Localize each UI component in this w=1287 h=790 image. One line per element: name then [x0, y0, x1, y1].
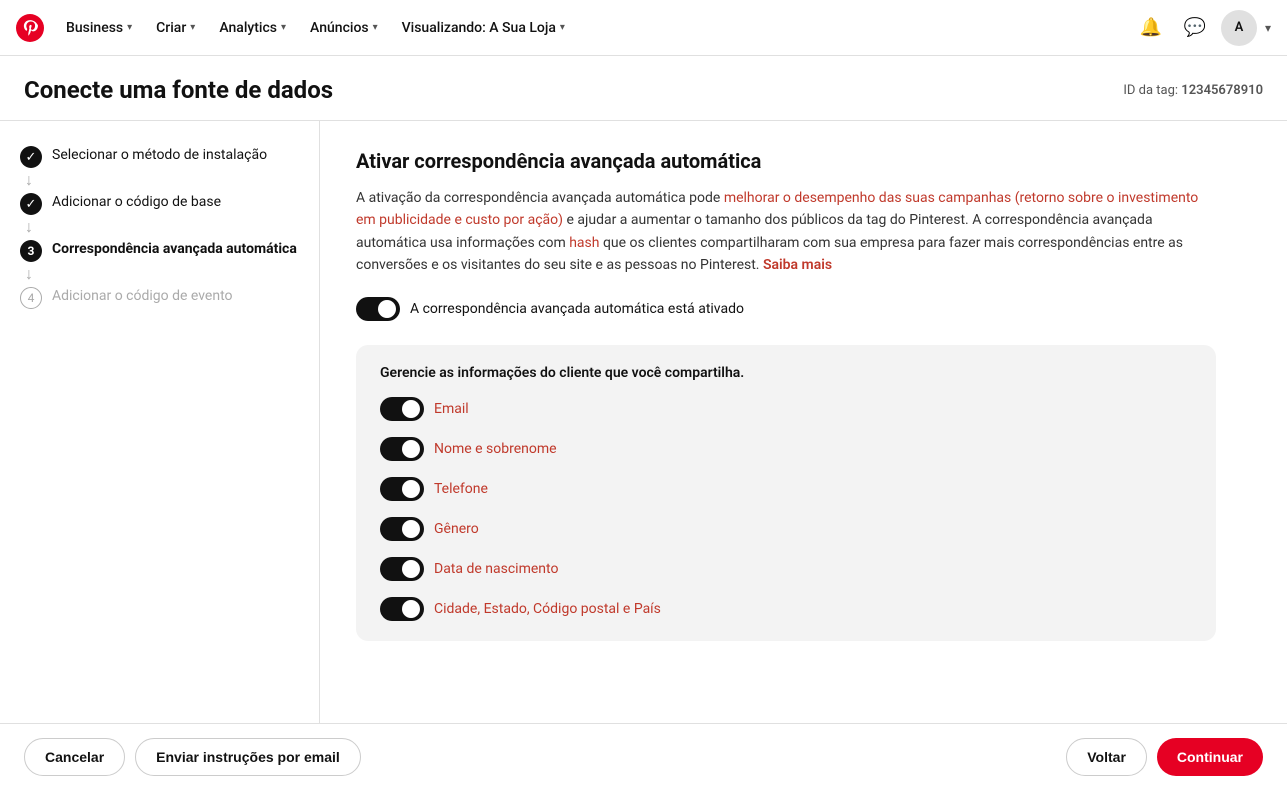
send-email-button[interactable]: Enviar instruções por email	[135, 738, 361, 776]
sidebar: ✓ Selecionar o método de instalação ↓ ✓ …	[0, 121, 320, 723]
page-header: Conecte uma fonte de dados ID da tag: 12…	[0, 56, 1287, 120]
nav-business[interactable]: Business ▾	[56, 14, 142, 42]
main-toggle-slider	[356, 297, 400, 321]
continue-button[interactable]: Continuar	[1157, 738, 1263, 776]
notifications-button[interactable]: 🔔	[1133, 10, 1169, 46]
toggle-nome-slider	[380, 437, 424, 461]
toggle-nome-label[interactable]: Nome e sobrenome	[434, 441, 557, 457]
step-4-label: Adicionar o código de evento	[52, 286, 233, 304]
step-2-icon: ✓	[20, 193, 42, 215]
toggle-option-nascimento: Data de nascimento	[380, 557, 1192, 581]
nav-criar[interactable]: Criar ▾	[146, 14, 205, 42]
toggle-nascimento[interactable]	[380, 557, 424, 581]
main-toggle-row: A correspondência avançada automática es…	[356, 297, 1251, 321]
main-content: Ativar correspondência avançada automáti…	[320, 121, 1287, 723]
criar-chevron-icon: ▾	[190, 22, 195, 33]
nav-visualizando[interactable]: Visualizando: A Sua Loja ▾	[392, 14, 575, 42]
step-2-label: Adicionar o código de base	[52, 192, 221, 210]
section-title: Ativar correspondência avançada automáti…	[356, 149, 1251, 173]
toggle-email-slider	[380, 397, 424, 421]
cancel-button[interactable]: Cancelar	[24, 738, 125, 776]
toggle-genero-slider	[380, 517, 424, 541]
visualizando-chevron-icon: ▾	[560, 22, 565, 33]
step-4: 4 Adicionar o código de evento	[20, 286, 299, 309]
step-3: 3 Correspondência avançada automática	[20, 239, 299, 262]
toggle-nome[interactable]	[380, 437, 424, 461]
main-toggle[interactable]	[356, 297, 400, 321]
toggle-nascimento-slider	[380, 557, 424, 581]
manage-box-title: Gerencie as informações do cliente que v…	[380, 365, 1192, 381]
toggle-cidade-slider	[380, 597, 424, 621]
toggle-cidade[interactable]	[380, 597, 424, 621]
toggle-option-email: Email	[380, 397, 1192, 421]
bottom-bar: Cancelar Enviar instruções por email Vol…	[0, 723, 1287, 790]
nav-right: 🔔 💬 A ▾	[1133, 10, 1271, 46]
toggle-option-telefone: Telefone	[380, 477, 1192, 501]
step-1-icon: ✓	[20, 146, 42, 168]
tag-id: ID da tag: 12345678910	[1123, 83, 1263, 98]
toggle-telefone-label[interactable]: Telefone	[434, 481, 488, 497]
page-container: Conecte uma fonte de dados ID da tag: 12…	[0, 56, 1287, 790]
step-1: ✓ Selecionar o método de instalação	[20, 145, 299, 168]
page-body: ✓ Selecionar o método de instalação ↓ ✓ …	[0, 120, 1287, 723]
top-nav: Business ▾ Criar ▾ Analytics ▾ Anúncios …	[0, 0, 1287, 56]
nav-anuncios[interactable]: Anúncios ▾	[300, 14, 388, 42]
messages-button[interactable]: 💬	[1177, 10, 1213, 46]
toggle-email-label[interactable]: Email	[434, 401, 469, 417]
avatar-chevron-icon: ▾	[1265, 21, 1271, 35]
manage-box: Gerencie as informações do cliente que v…	[356, 345, 1216, 641]
saiba-mais-link[interactable]: Saiba mais	[763, 257, 832, 273]
step-arrow-3: ↓	[20, 264, 299, 284]
back-button[interactable]: Voltar	[1066, 738, 1147, 776]
page-title: Conecte uma fonte de dados	[24, 76, 333, 104]
business-chevron-icon: ▾	[127, 22, 132, 33]
pinterest-logo[interactable]	[16, 14, 44, 42]
step-1-label: Selecionar o método de instalação	[52, 145, 267, 163]
toggle-email[interactable]	[380, 397, 424, 421]
bottom-right: Voltar Continuar	[1066, 738, 1263, 776]
step-4-icon: 4	[20, 287, 42, 309]
avatar[interactable]: A	[1221, 10, 1257, 46]
toggle-option-genero: Gênero	[380, 517, 1192, 541]
main-toggle-label: A correspondência avançada automática es…	[410, 301, 744, 317]
step-3-label: Correspondência avançada automática	[52, 239, 297, 257]
toggle-genero-label[interactable]: Gênero	[434, 521, 479, 537]
toggle-telefone-slider	[380, 477, 424, 501]
step-3-icon: 3	[20, 240, 42, 262]
toggle-telefone[interactable]	[380, 477, 424, 501]
nav-analytics[interactable]: Analytics ▾	[209, 14, 296, 42]
toggle-nascimento-label[interactable]: Data de nascimento	[434, 561, 558, 577]
desc-link-2[interactable]: hash	[569, 235, 599, 251]
section-description: A ativação da correspondência avançada a…	[356, 187, 1216, 277]
toggle-option-cidade: Cidade, Estado, Código postal e País	[380, 597, 1192, 621]
step-arrow-2: ↓	[20, 217, 299, 237]
toggle-option-nome: Nome e sobrenome	[380, 437, 1192, 461]
toggle-cidade-label[interactable]: Cidade, Estado, Código postal e País	[434, 601, 661, 617]
step-arrow-1: ↓	[20, 170, 299, 190]
analytics-chevron-icon: ▾	[281, 22, 286, 33]
step-2: ✓ Adicionar o código de base	[20, 192, 299, 215]
toggle-genero[interactable]	[380, 517, 424, 541]
anuncios-chevron-icon: ▾	[373, 22, 378, 33]
